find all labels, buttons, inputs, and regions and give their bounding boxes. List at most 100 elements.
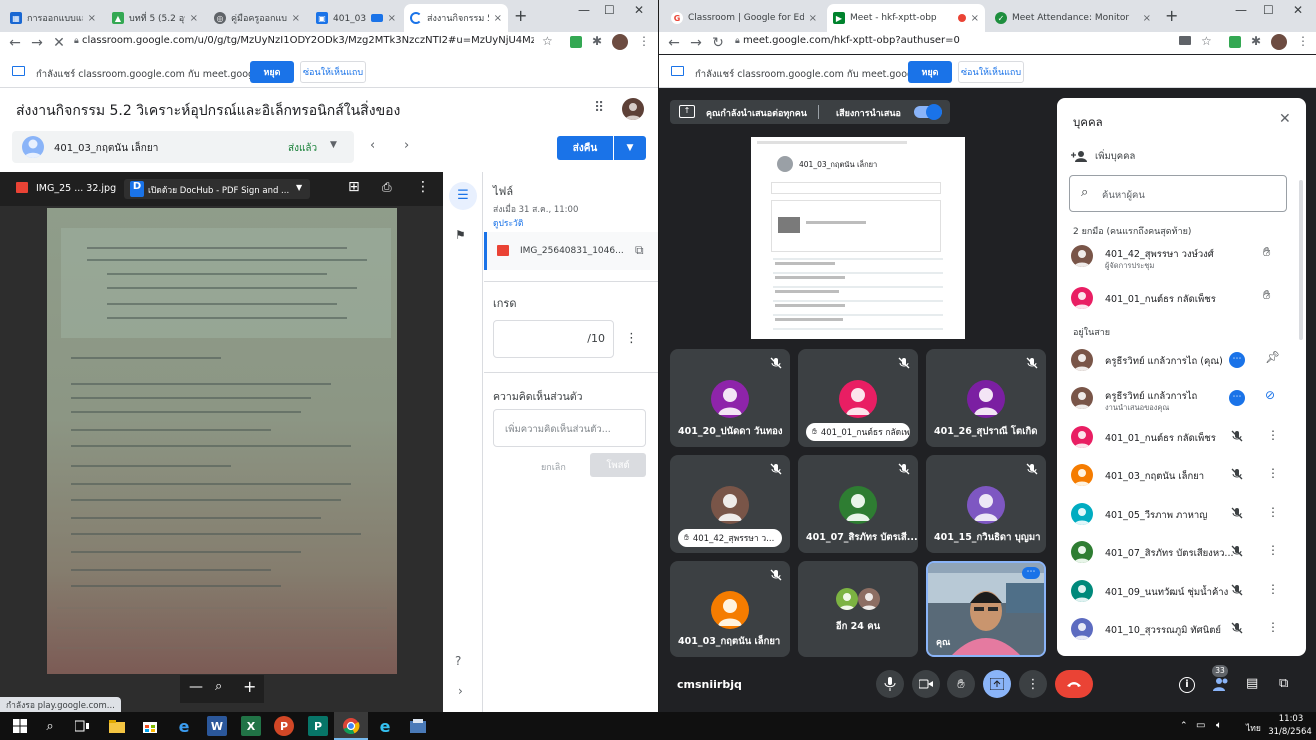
profile-avatar[interactable] — [1271, 34, 1287, 50]
expand-panel-icon[interactable]: › — [458, 684, 463, 698]
forward-icon[interactable]: → — [685, 35, 707, 51]
edge-icon[interactable]: e — [375, 716, 395, 736]
close-tab-icon[interactable]: × — [809, 13, 817, 24]
more-vert-icon[interactable]: ⋮ — [1267, 543, 1279, 557]
address-bar[interactable]: 🔒︎ classroom.google.com/u/0/g/tg/MzUyNzI… — [74, 35, 534, 49]
raised-hand-row[interactable]: 401_42_สุพรรษา วงษ์วงศ์ ผู้จัดการประชุม … — [1057, 236, 1306, 274]
participant-tile[interactable]: 401_07_สิรภัทร บัตรเสี... — [798, 455, 918, 553]
post-button[interactable]: โพสต์ — [590, 453, 646, 477]
add-people-button[interactable]: เพิ่มบุคคล — [1071, 148, 1135, 164]
participant-tile[interactable]: 401_26_สุปราณี โตเกิด — [926, 349, 1046, 447]
puzzle-icon[interactable]: ✱ — [1251, 34, 1261, 48]
store-icon[interactable] — [140, 716, 160, 736]
system-tray-icon[interactable]: ⌃ — [1180, 721, 1188, 731]
participant-tile[interactable]: ✋︎ 401_01_กนต์ธร กลัดเพ... — [798, 349, 918, 447]
network-icon[interactable]: ▭ — [1196, 720, 1205, 731]
participant-row[interactable]: 401_05_วีรภาพ ภาหาญ ⋮ — [1057, 495, 1306, 533]
participant-tile[interactable]: 401_15_กวินธิดา บุญมา — [926, 455, 1046, 553]
account-avatar[interactable] — [622, 98, 644, 120]
word-icon[interactable]: W — [207, 716, 227, 736]
pin-icon[interactable]: 📌︎ — [1265, 350, 1280, 364]
chat-icon[interactable]: ▤ — [1246, 676, 1258, 691]
tab-student-file[interactable]: ▣ 401_03_กฤ × — [310, 4, 402, 32]
help-icon[interactable]: ? — [455, 654, 461, 668]
maximize-icon[interactable]: ☐ — [604, 3, 615, 17]
app-icon[interactable] — [408, 716, 428, 736]
comment-input[interactable]: เพิ่มความคิดเห็นส่วนตัว... — [493, 409, 646, 447]
close-tab-icon[interactable]: × — [1143, 13, 1151, 24]
more-options-icon[interactable]: ⋯ — [1022, 567, 1040, 579]
extension-icon[interactable] — [570, 36, 582, 48]
participant-tile[interactable]: 401_03_กฤตนัน เล็กยา — [670, 561, 790, 657]
participant-row[interactable]: ครูธีรวิทย์ แกล้วการไถ (คุณ) ⋯ 📌︎ — [1057, 341, 1306, 379]
grade-input[interactable]: /10 — [493, 320, 614, 358]
student-selector[interactable]: 401_03_กฤตนัน เล็กยา ส่งแล้ว ▼ — [12, 131, 354, 163]
more-vert-icon[interactable]: ⋮ — [1267, 582, 1279, 596]
close-window-icon[interactable]: ✕ — [634, 3, 644, 17]
next-student-icon[interactable]: › — [404, 138, 409, 153]
participant-tile[interactable]: 401_20_ปนัดดา วันทอง — [670, 349, 790, 447]
people-button[interactable] — [1212, 676, 1230, 692]
activities-icon[interactable]: ⧉ — [1279, 676, 1288, 691]
maximize-icon[interactable]: ☐ — [1263, 3, 1274, 17]
unpin-icon[interactable]: ⊘ — [1265, 388, 1275, 402]
attachment-item[interactable]: IMG_25640831_1046... ⧉ — [484, 232, 658, 270]
address-bar[interactable]: 🔒︎ meet.google.com/hkf-xptt-obp?authuser… — [735, 35, 1135, 49]
powerpoint-icon[interactable]: P — [274, 716, 294, 736]
participant-row[interactable]: 401_09_นนทวัฒน์ ชุ่มน้ำค้าง ⋮ — [1057, 572, 1306, 610]
close-tab-icon[interactable]: × — [388, 13, 396, 24]
raised-hand-row[interactable]: 401_01_กนต์ธร กลัดเพ็ชร ✋︎ — [1057, 279, 1306, 317]
internet-explorer-icon[interactable]: e — [174, 716, 194, 736]
stop-sharing-button[interactable]: หยุด — [908, 61, 952, 83]
stop-sharing-button[interactable]: หยุด — [250, 61, 294, 83]
minimize-icon[interactable]: — — [1235, 3, 1247, 17]
print-icon[interactable]: ⎙ — [382, 180, 392, 195]
participant-row[interactable]: 401_10_สุวรรณภูมิ ทัศนิตย์ ⋮ — [1057, 610, 1306, 648]
more-vert-icon[interactable]: ⋮ — [1267, 428, 1279, 442]
self-tile[interactable]: ⋯ คุณ — [926, 561, 1046, 657]
profile-avatar[interactable] — [612, 34, 628, 50]
close-window-icon[interactable]: ✕ — [1293, 3, 1303, 17]
volume-icon[interactable]: 🔈︎ — [1216, 720, 1222, 731]
meeting-details-icon[interactable]: i — [1179, 677, 1195, 693]
audio-toggle[interactable] — [914, 104, 942, 120]
close-panel-icon[interactable]: ✕ — [1279, 111, 1291, 127]
close-tab-icon[interactable]: × — [971, 13, 979, 24]
reload-icon[interactable]: ↻ — [707, 35, 729, 51]
comments-tab-icon[interactable]: ⚑ — [455, 228, 466, 242]
file-explorer-icon[interactable] — [107, 716, 127, 736]
more-vert-icon[interactable]: ⋮ — [1267, 466, 1279, 480]
bookmark-star-icon[interactable]: ☆ — [1201, 34, 1212, 48]
participant-row[interactable]: ครูธีรวิทย์ แกล้วการไถ งานนำเสนอของคุณ ⋯… — [1057, 379, 1306, 417]
clock-time[interactable]: 11:03 — [1272, 714, 1310, 724]
clock-date[interactable]: 31/8/2564 — [1266, 727, 1314, 737]
tab-attendance[interactable]: ✓ Meet Attendance: Monitor × — [989, 4, 1157, 32]
tab-classroom[interactable]: G Classroom | Google for Education × — [665, 4, 823, 32]
puzzle-icon[interactable]: ✱ — [592, 34, 602, 48]
mic-button[interactable] — [876, 670, 904, 698]
more-vert-icon[interactable]: ⋮ — [1267, 620, 1279, 634]
leave-call-button[interactable] — [1055, 670, 1093, 698]
panel-scrollbar[interactable] — [1299, 180, 1303, 340]
bookmark-star-icon[interactable]: ☆ — [542, 34, 553, 48]
others-tile[interactable]: อีก 24 คน — [798, 561, 918, 657]
camera-indicator-icon[interactable] — [1179, 36, 1191, 45]
cancel-button[interactable]: ยกเลิก — [541, 460, 566, 474]
publisher-icon[interactable]: P — [308, 716, 328, 736]
participant-row[interactable]: 401_07_สิรภัทร บัตรเสียงหว... ⋮ — [1057, 533, 1306, 571]
return-button[interactable]: ส่งคืน — [557, 136, 613, 160]
forward-icon[interactable]: → — [26, 35, 48, 51]
tab-chapter5[interactable]: ▲ บทที่ 5 (5.2 อุปกร × — [106, 4, 204, 32]
hide-bar-button[interactable]: ซ่อนให้เห็นแถบ — [300, 61, 366, 83]
participant-row[interactable]: 401_03_กฤตนัน เล็กยา ⋮ — [1057, 456, 1306, 494]
start-icon[interactable] — [10, 716, 30, 736]
back-icon[interactable]: ← — [663, 35, 685, 51]
close-tab-icon[interactable]: × — [494, 13, 502, 24]
search-icon[interactable]: ⌕ — [40, 716, 60, 736]
camera-button[interactable] — [912, 670, 940, 698]
zoom-in-icon[interactable]: + — [243, 677, 256, 696]
tab-meet[interactable]: ▶ Meet - hkf-xptt-obp × — [827, 4, 985, 32]
history-link[interactable]: ดูประวัติ — [493, 216, 523, 230]
participant-tile[interactable]: ✋︎ 401_42_สุพรรษา ว... — [670, 455, 790, 553]
more-options-button[interactable]: ⋮ — [1019, 670, 1047, 698]
